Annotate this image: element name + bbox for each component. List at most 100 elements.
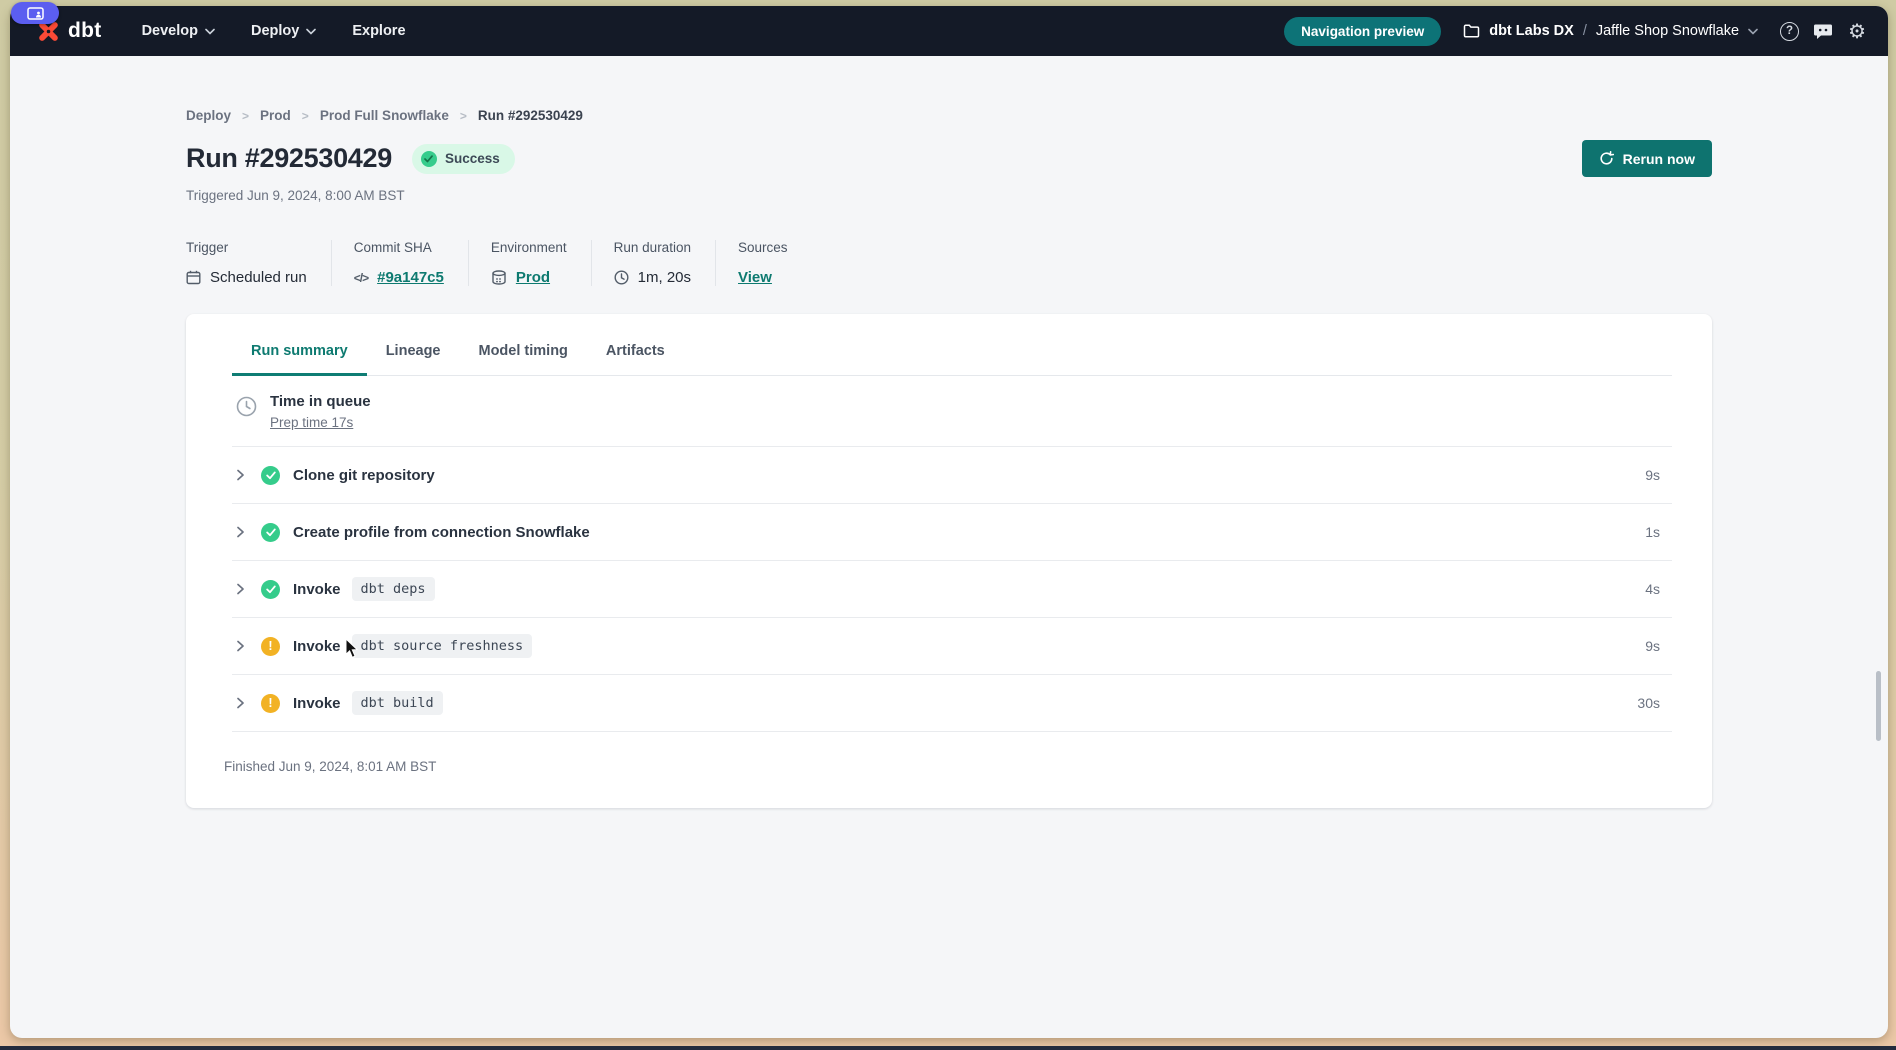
warning-icon: ! bbox=[261, 637, 280, 656]
expand-chevron-icon[interactable] bbox=[236, 583, 248, 595]
run-summary-card: Run summary Lineage Model timing Artifac… bbox=[186, 314, 1712, 808]
step-duration: 4s bbox=[1645, 581, 1672, 597]
prep-time-link[interactable]: Prep time 17s bbox=[270, 415, 353, 430]
meta-sources-label: Sources bbox=[738, 240, 788, 255]
queue-title: Time in queue bbox=[270, 393, 371, 410]
nav-develop-label: Develop bbox=[142, 23, 198, 39]
calendar-icon bbox=[186, 270, 201, 285]
app-window: dbt Develop Deploy Explore Navigation pr… bbox=[10, 6, 1888, 1038]
tab-lineage[interactable]: Lineage bbox=[367, 324, 460, 376]
tab-bar: Run summary Lineage Model timing Artifac… bbox=[232, 314, 1672, 376]
settings-icon[interactable]: ⚙ bbox=[1848, 21, 1866, 41]
step-row-create-profile[interactable]: Create profile from connection Snowflake… bbox=[232, 504, 1672, 561]
scrollbar-thumb[interactable] bbox=[1876, 671, 1881, 741]
project-name: Jaffle Shop Snowflake bbox=[1596, 23, 1739, 39]
step-title: Invoke bbox=[293, 581, 341, 598]
step-command: dbt source freshness bbox=[352, 634, 533, 658]
step-title: Invoke bbox=[293, 638, 341, 655]
meta-trigger-label: Trigger bbox=[186, 240, 307, 255]
expand-chevron-icon[interactable] bbox=[236, 697, 248, 709]
meta-run-duration: Run duration 1m, 20s bbox=[614, 240, 716, 286]
check-circle-icon bbox=[421, 151, 437, 167]
step-duration: 30s bbox=[1637, 695, 1672, 711]
step-duration: 9s bbox=[1645, 638, 1672, 654]
chevron-down-icon bbox=[306, 28, 316, 35]
breadcrumb-separator: > bbox=[242, 109, 249, 123]
navigation-preview-button[interactable]: Navigation preview bbox=[1284, 17, 1441, 46]
meta-environment: Environment Prod bbox=[491, 240, 592, 286]
environment-link[interactable]: Prod bbox=[516, 269, 550, 286]
success-icon bbox=[261, 523, 280, 542]
step-title: Create profile from connection Snowflake bbox=[293, 524, 590, 541]
run-meta: Trigger Scheduled run Commit SHA </> #9a… bbox=[186, 240, 1712, 286]
success-icon bbox=[261, 466, 280, 485]
rerun-now-label: Rerun now bbox=[1623, 151, 1695, 167]
step-command: dbt deps bbox=[352, 577, 435, 601]
step-row-dbt-build[interactable]: ! Invoke dbt build 30s bbox=[232, 675, 1672, 732]
step-command: dbt build bbox=[352, 691, 443, 715]
nav-deploy[interactable]: Deploy bbox=[251, 23, 316, 39]
feedback-icon[interactable] bbox=[1814, 23, 1833, 40]
chevron-down-icon bbox=[1748, 28, 1758, 35]
refresh-icon bbox=[1599, 151, 1614, 166]
meta-commit-sha: Commit SHA </> #9a147c5 bbox=[354, 240, 469, 286]
expand-chevron-icon[interactable] bbox=[236, 469, 248, 481]
breadcrumb-job[interactable]: Prod Full Snowflake bbox=[320, 108, 449, 123]
nav-deploy-label: Deploy bbox=[251, 23, 299, 39]
tab-run-summary[interactable]: Run summary bbox=[232, 324, 367, 376]
meta-sources: Sources View bbox=[738, 240, 812, 286]
step-title: Invoke bbox=[293, 695, 341, 712]
folder-icon bbox=[1463, 24, 1480, 38]
step-row-dbt-deps[interactable]: Invoke dbt deps 4s bbox=[232, 561, 1672, 618]
step-row-dbt-source-freshness[interactable]: ! Invoke dbt source freshness 9s bbox=[232, 618, 1672, 675]
breadcrumb-separator: > bbox=[460, 109, 467, 123]
screen-share-badge[interactable] bbox=[11, 2, 59, 24]
rerun-now-button[interactable]: Rerun now bbox=[1582, 140, 1712, 177]
meta-duration-label: Run duration bbox=[614, 240, 691, 255]
tab-model-timing[interactable]: Model timing bbox=[460, 324, 587, 376]
breadcrumb-run-current: Run #292530429 bbox=[478, 108, 583, 123]
tab-artifacts[interactable]: Artifacts bbox=[587, 324, 684, 376]
finished-timestamp: Finished Jun 9, 2024, 8:01 AM BST bbox=[186, 732, 1712, 774]
meta-environment-label: Environment bbox=[491, 240, 567, 255]
dbt-logo-text: dbt bbox=[68, 19, 102, 43]
queue-clock-icon bbox=[236, 396, 257, 417]
run-detail-page: Deploy > Prod > Prod Full Snowflake > Ru… bbox=[10, 56, 1888, 808]
account-project-switcher[interactable]: dbt Labs DX / Jaffle Shop Snowflake bbox=[1463, 23, 1758, 39]
expand-chevron-icon[interactable] bbox=[236, 526, 248, 538]
breadcrumb-deploy[interactable]: Deploy bbox=[186, 108, 231, 123]
success-icon bbox=[261, 580, 280, 599]
time-in-queue-row: Time in queue Prep time 17s bbox=[232, 376, 1672, 447]
clock-icon bbox=[614, 270, 629, 285]
nav-explore[interactable]: Explore bbox=[352, 23, 405, 39]
meta-commit-label: Commit SHA bbox=[354, 240, 444, 255]
nav-develop[interactable]: Develop bbox=[142, 23, 215, 39]
nav-explore-label: Explore bbox=[352, 23, 405, 39]
meta-duration-value: 1m, 20s bbox=[638, 269, 691, 286]
step-duration: 1s bbox=[1645, 524, 1672, 540]
triggered-timestamp: Triggered Jun 9, 2024, 8:00 AM BST bbox=[186, 188, 1712, 203]
account-separator: / bbox=[1583, 23, 1587, 39]
step-title: Clone git repository bbox=[293, 467, 435, 484]
screen-bottom-strip bbox=[0, 1046, 1896, 1050]
chevron-down-icon bbox=[205, 28, 215, 35]
commit-sha-link[interactable]: #9a147c5 bbox=[377, 269, 444, 286]
breadcrumb-separator: > bbox=[302, 109, 309, 123]
top-nav: dbt Develop Deploy Explore Navigation pr… bbox=[10, 6, 1888, 56]
breadcrumb: Deploy > Prod > Prod Full Snowflake > Ru… bbox=[186, 108, 1712, 123]
step-duration: 9s bbox=[1645, 467, 1672, 483]
expand-chevron-icon[interactable] bbox=[236, 640, 248, 652]
screen-share-icon bbox=[27, 7, 44, 20]
status-badge-label: Success bbox=[445, 151, 500, 166]
sources-view-link[interactable]: View bbox=[738, 269, 772, 286]
status-badge: Success bbox=[412, 144, 515, 174]
topnav-icon-cluster: ? ⚙ bbox=[1780, 21, 1866, 41]
account-name: dbt Labs DX bbox=[1489, 23, 1574, 39]
step-row-clone-git[interactable]: Clone git repository 9s bbox=[232, 447, 1672, 504]
meta-trigger: Trigger Scheduled run bbox=[186, 240, 332, 286]
warning-icon: ! bbox=[261, 694, 280, 713]
page-title: Run #292530429 bbox=[186, 143, 392, 174]
breadcrumb-prod[interactable]: Prod bbox=[260, 108, 291, 123]
help-icon[interactable]: ? bbox=[1780, 22, 1799, 41]
meta-trigger-value: Scheduled run bbox=[210, 269, 307, 286]
